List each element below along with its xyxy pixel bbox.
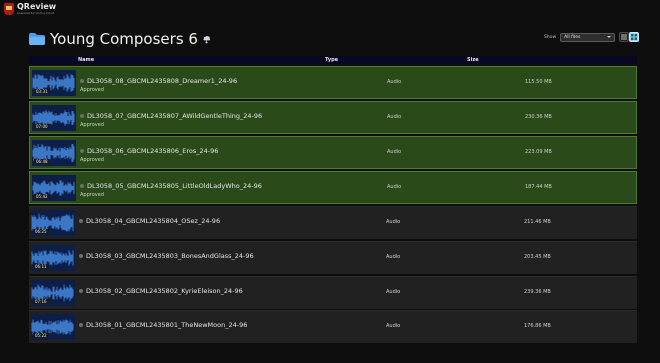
file-size: 223.09 MB [525,149,552,155]
waveform-thumbnail[interactable]: 05:42 [32,175,76,201]
file-size: 187.44 MB [525,184,552,190]
status-label: Approved [80,157,104,163]
file-name[interactable]: DL3058_01_GBCML2435801_TheNewMoon_24-96 [86,321,247,329]
file-name[interactable]: DL3058_05_GBCML2435805_LittleOldLadyWho_… [87,182,262,190]
file-name[interactable]: DL3058_02_GBCML2435802_KyrieEleison_24-9… [86,287,243,295]
status-dot-icon [80,79,84,83]
waveform-thumbnail[interactable]: 07:00 [32,105,76,131]
file-type: Audio [387,149,402,155]
file-type: Audio [386,323,401,329]
table-row[interactable]: 05:22 DL3058_01_GBCML2435801_TheNewMoon_2… [29,310,637,343]
column-header-name[interactable]: Name [78,57,94,63]
file-type: Audio [386,219,401,225]
table-row[interactable]: 05:42 DL3058_05_GBCML2435805_LittleOldLad… [29,171,637,204]
duration-label: 06:25 [33,229,49,234]
file-name[interactable]: DL3058_03_GBCML2435803_BonesAndGlass_24-… [86,252,254,260]
duration-label: 06:48 [34,159,50,164]
file-type: Audio [386,289,401,295]
table-row[interactable]: 06:25 DL3058_04_GBCML2435804_OSez_24-96 Au… [29,206,637,239]
table-row[interactable]: 06:48 DL3058_06_GBCML2435806_Eros_24-96 Ap… [29,136,637,169]
duration-label: 03:31 [34,89,50,94]
file-size: 176.86 MB [524,323,551,329]
file-type: Audio [387,114,402,120]
status-dot-icon [80,184,84,188]
duration-label: 07:00 [34,124,50,129]
list-view-button[interactable] [619,32,630,42]
column-header-type[interactable]: Type [325,57,338,63]
file-type: Audio [387,184,402,190]
app-name: QReview [17,2,57,11]
duration-label: 07:16 [33,299,49,304]
file-size: 115.50 MB [525,79,552,85]
shield-icon [4,3,14,15]
file-name[interactable]: DL3058_04_GBCML2435804_OSez_24-96 [86,217,220,225]
status-dot-icon [79,254,83,258]
status-dot-icon [80,114,84,118]
table-row[interactable]: 06:11 DL3058_03_GBCML2435803_BonesAndGlas… [29,241,637,274]
duration-label: 05:42 [34,194,50,199]
waveform-thumbnail[interactable]: 03:31 [32,70,76,96]
waveform-thumbnail[interactable]: 05:22 [31,314,75,340]
app-logo[interactable]: QReview powered by Qumu Cloud [4,3,56,15]
waveform-thumbnail[interactable]: 06:25 [31,210,75,236]
status-dot-icon [79,219,83,223]
table-row[interactable]: 07:00 DL3058_07_GBCML2435807_AWildGentleT… [29,101,637,134]
file-type: Audio [387,79,402,85]
file-size: 211.46 MB [524,219,551,225]
view-toggle [619,32,640,42]
table-row[interactable]: 03:31 DL3058_08_GBCML2435808_Dreamer1_24-… [29,66,637,99]
file-size: 230.36 MB [525,114,552,120]
duration-label: 06:11 [33,264,49,269]
grid-view-icon [631,34,638,40]
file-size: 239.36 MB [524,289,551,295]
waveform-thumbnail[interactable]: 06:11 [31,245,75,271]
chevron-down-icon [607,36,612,38]
list-view-icon [621,34,628,40]
file-type: Audio [386,254,401,260]
table-header: Name Type Size [29,56,637,64]
view-controls: Show All files [544,32,640,42]
file-name[interactable]: DL3058_08_GBCML2435808_Dreamer1_24-96 [87,77,237,85]
duration-label: 05:22 [33,333,49,338]
table-row[interactable]: 07:16 DL3058_02_GBCML2435802_KyrieEleison… [29,276,637,309]
status-dot-icon [79,289,83,293]
waveform-thumbnail[interactable]: 06:48 [32,140,76,166]
file-name[interactable]: DL3058_07_GBCML2435807_AWildGentleThing_… [87,112,262,120]
status-label: Approved [80,87,104,93]
status-dot-icon [80,149,84,153]
show-filter-select[interactable]: All files [560,32,616,42]
waveform-thumbnail[interactable]: 07:16 [31,280,75,306]
status-label: Approved [80,122,104,128]
folder-icon [29,33,45,45]
status-label: Approved [80,192,104,198]
app-tagline: powered by Qumu Cloud [17,11,55,15]
page-title: Young Composers 6 [50,30,198,48]
file-name[interactable]: DL3058_06_GBCML2435806_Eros_24-96 [87,147,218,155]
column-header-size[interactable]: Size [467,57,479,63]
share-icon[interactable] [202,35,211,44]
page-header: Young Composers 6 [29,30,211,48]
show-label: Show [544,34,557,40]
status-dot-icon [79,323,83,327]
grid-view-button[interactable] [629,32,640,42]
show-filter-value: All files [564,34,581,40]
file-size: 203.45 MB [524,254,551,260]
